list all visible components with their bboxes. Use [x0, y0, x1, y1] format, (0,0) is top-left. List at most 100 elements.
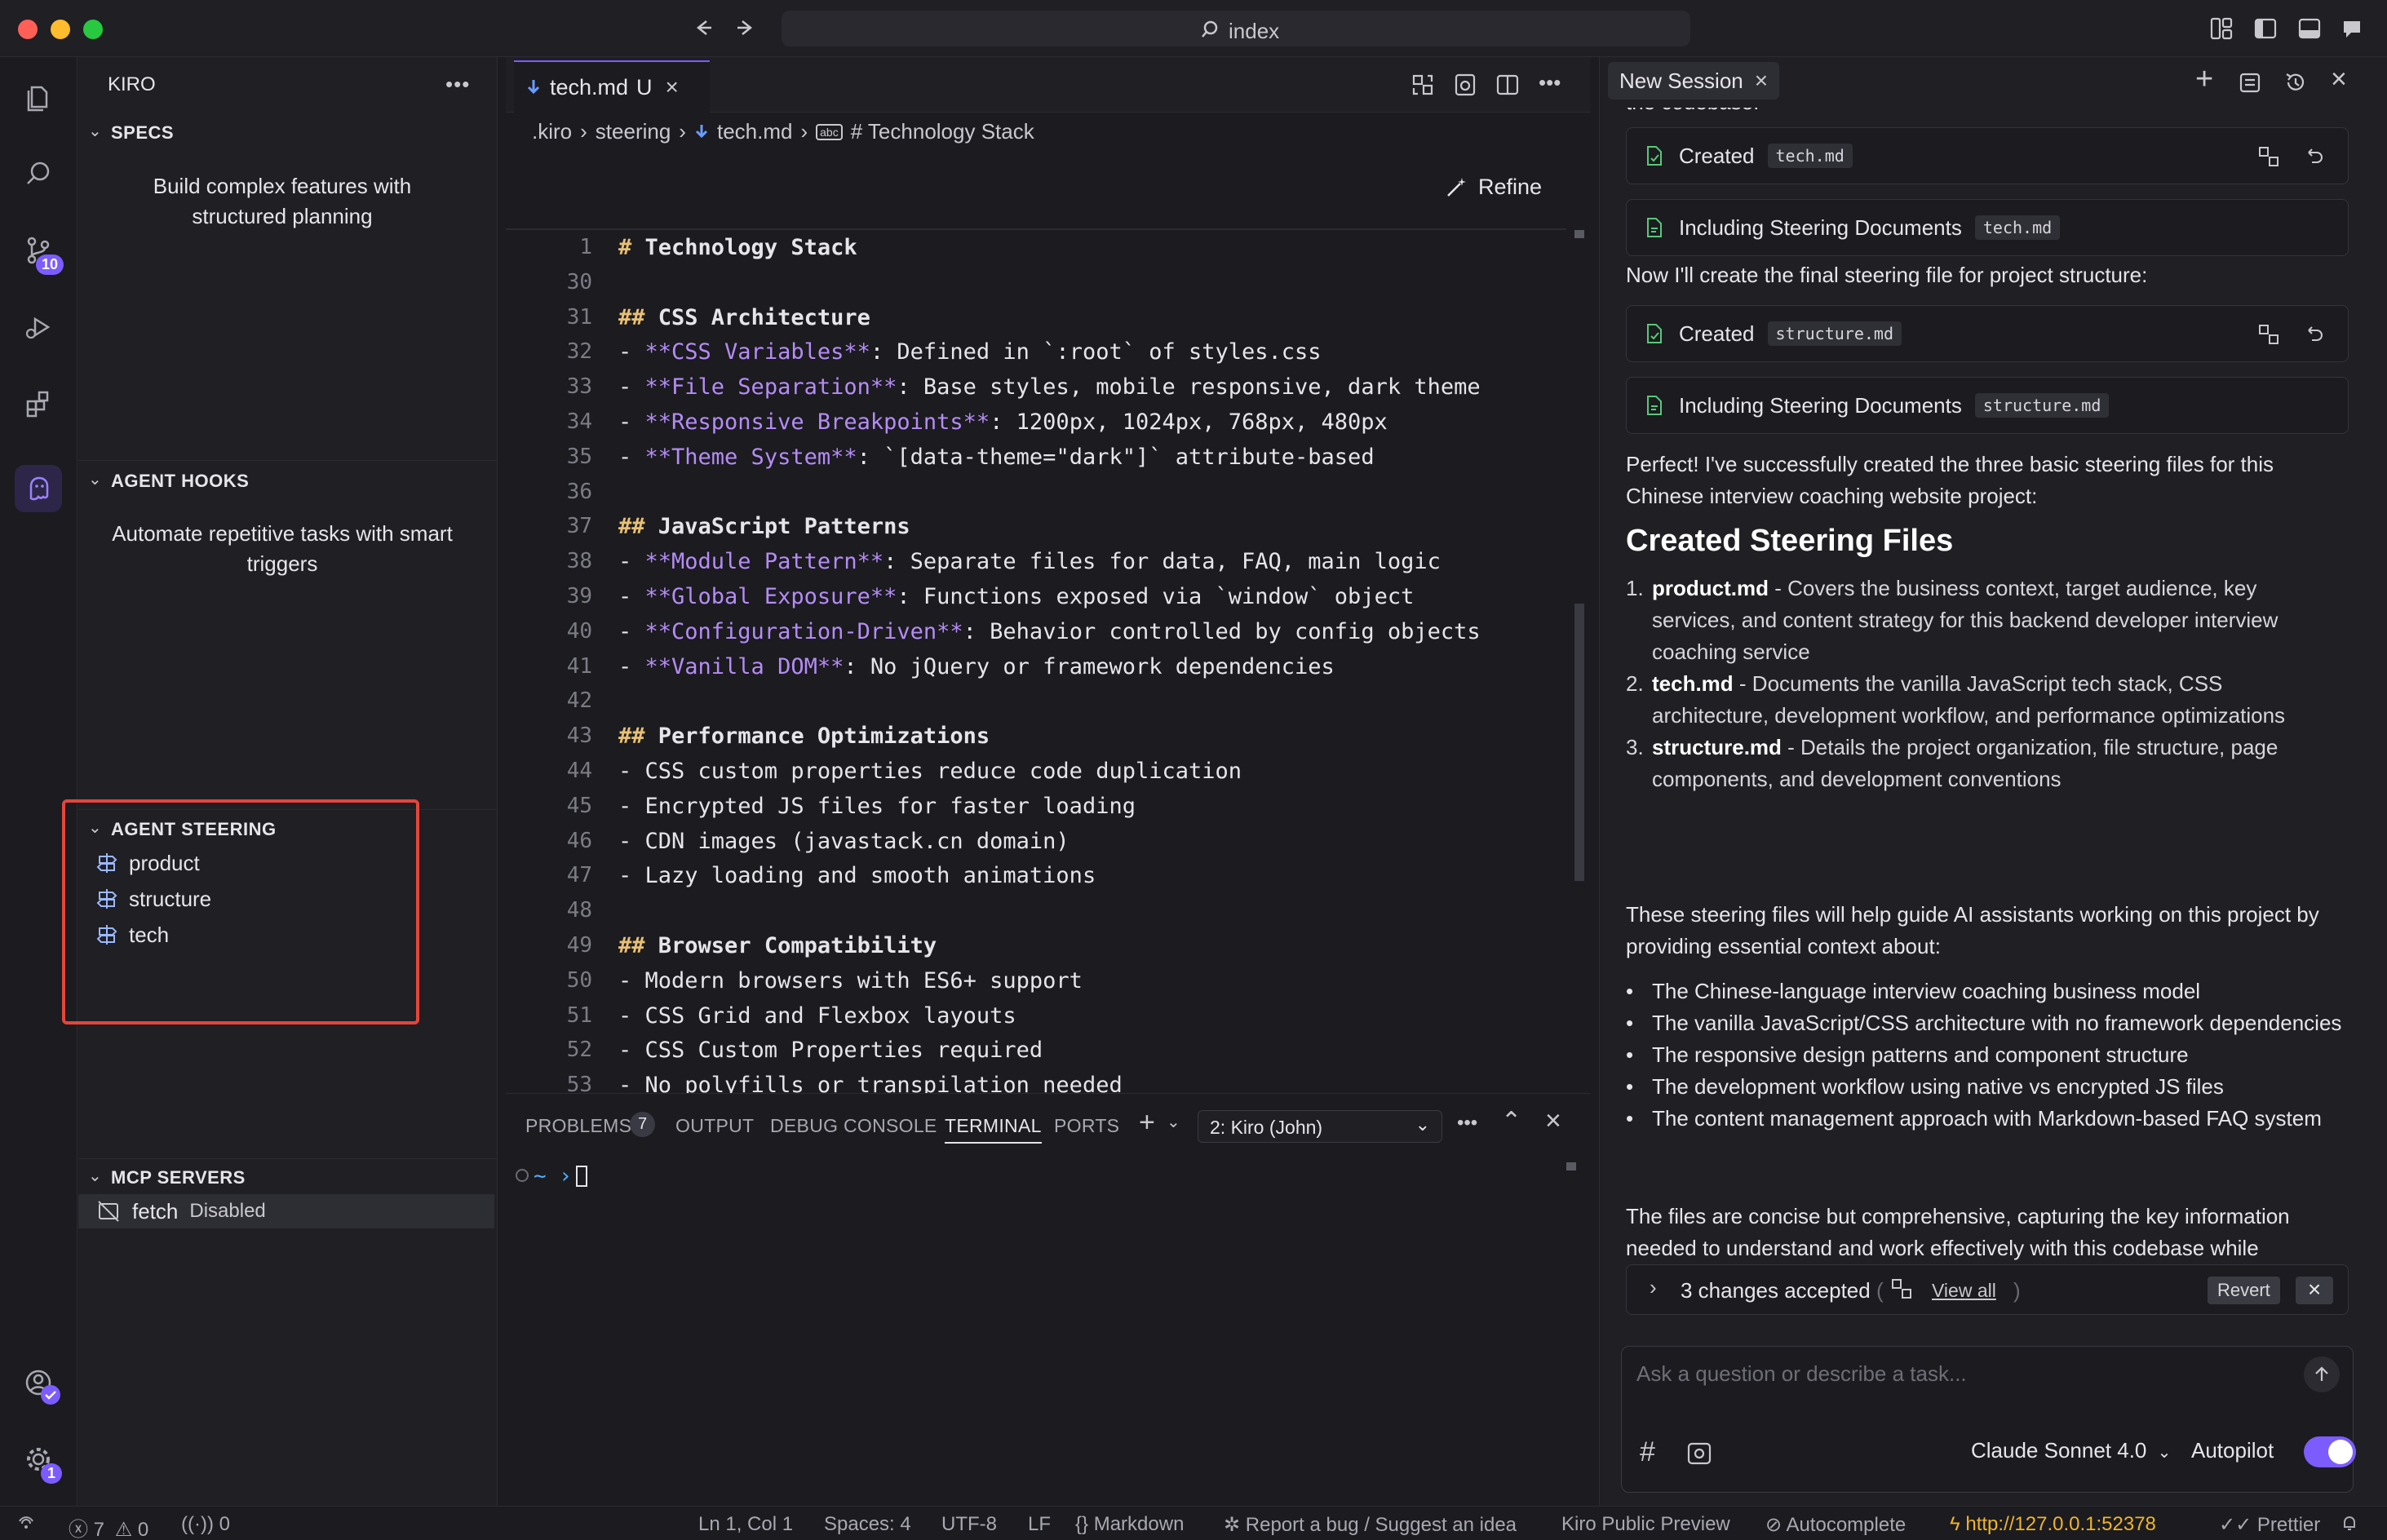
open-changes-icon[interactable]: [1410, 72, 1436, 98]
extensions-icon[interactable]: [15, 380, 62, 427]
open-diff-icon[interactable]: [2256, 144, 2281, 169]
image-attach-icon[interactable]: [1685, 1440, 1713, 1467]
context-hash-icon[interactable]: #: [1640, 1436, 1655, 1468]
problems-status[interactable]: ⓧ 7 ⚠ 0: [69, 1513, 148, 1540]
chat-input[interactable]: Ask a question or describe a task...: [1636, 1361, 1967, 1387]
new-session-icon[interactable]: +: [2195, 62, 2213, 97]
chevron-down-icon[interactable]: ⌄: [88, 121, 102, 141]
tab-debug-console[interactable]: DEBUG CONSOLE: [770, 1115, 937, 1137]
refine-button[interactable]: Refine: [1444, 175, 1542, 200]
run-debug-icon[interactable]: [15, 303, 62, 351]
undo-icon[interactable]: [2302, 322, 2327, 347]
prettier-status[interactable]: ✓✓ Prettier: [2219, 1513, 2320, 1537]
more-actions-icon[interactable]: •••: [1457, 1112, 1477, 1135]
chat-bubble-icon[interactable]: [2340, 16, 2364, 41]
language-mode[interactable]: {} Markdown: [1075, 1513, 1184, 1536]
chevron-down-icon[interactable]: ⌄: [88, 1166, 102, 1186]
toggle-panel-icon[interactable]: [2297, 16, 2322, 41]
send-button[interactable]: [2304, 1356, 2340, 1392]
maximize-panel-icon[interactable]: ⌃: [1501, 1107, 1521, 1135]
maximize-window-button[interactable]: [83, 20, 103, 39]
chevron-down-icon[interactable]: ⌄: [1167, 1112, 1180, 1132]
cursor-position[interactable]: Ln 1, Col 1: [698, 1513, 793, 1536]
tab-ports[interactable]: PORTS: [1054, 1115, 1119, 1137]
more-actions-icon[interactable]: •••: [445, 72, 470, 97]
revert-button[interactable]: Revert: [2208, 1277, 2280, 1304]
breadcrumb-item[interactable]: .kiro: [532, 119, 572, 144]
chevron-down-icon[interactable]: ⌄: [88, 469, 102, 489]
history-icon[interactable]: [2283, 70, 2308, 95]
steering-item-tech[interactable]: tech: [95, 918, 169, 951]
explorer-icon[interactable]: [15, 73, 62, 121]
mcp-section-title[interactable]: MCP SERVERS: [111, 1167, 246, 1188]
terminal-scrollbar[interactable]: [1566, 1162, 1576, 1170]
specs-section-title[interactable]: SPECS: [111, 122, 174, 144]
toggle-sidebar-icon[interactable]: [2253, 16, 2278, 41]
close-icon[interactable]: ×: [2331, 64, 2347, 95]
split-editor-icon[interactable]: [1495, 72, 1521, 98]
chat-session-tab[interactable]: New Session ×: [1608, 62, 1780, 100]
remote-icon[interactable]: [16, 1513, 36, 1533]
terminal-select[interactable]: 2: Kiro (John) ⌄: [1198, 1110, 1442, 1143]
created-card[interactable]: Created structure.md: [1626, 305, 2349, 362]
layout-grid-icon[interactable]: [2209, 16, 2234, 41]
chevron-down-icon[interactable]: ⌄: [88, 817, 102, 838]
server-url[interactable]: ϟ http://127.0.0.1:52378: [1950, 1513, 2156, 1536]
editor-scrollbar[interactable]: [1566, 228, 1591, 881]
close-icon[interactable]: ×: [666, 74, 679, 100]
account-icon[interactable]: [15, 1359, 62, 1406]
mcp-server-fetch[interactable]: fetch Disabled: [78, 1194, 494, 1228]
created-card[interactable]: Created tech.md: [1626, 127, 2349, 184]
line-endings[interactable]: LF: [1028, 1513, 1051, 1536]
forward-arrow-icon[interactable]: [733, 15, 759, 41]
autocomplete-status[interactable]: ⊘ Autocomplete: [1765, 1513, 1906, 1537]
hooks-section-title[interactable]: AGENT HOOKS: [111, 471, 249, 492]
chevron-right-icon[interactable]: ›: [1650, 1275, 1657, 1300]
new-terminal-icon[interactable]: +: [1139, 1107, 1155, 1139]
encoding[interactable]: UTF-8: [941, 1513, 997, 1536]
steering-section-title[interactable]: AGENT STEERING: [111, 819, 277, 840]
indentation[interactable]: Spaces: 4: [824, 1513, 911, 1536]
more-actions-icon[interactable]: •••: [1539, 70, 1561, 95]
model-select[interactable]: Claude Sonnet 4.0 ⌄: [1971, 1438, 2171, 1463]
ports-status[interactable]: ((·)) 0: [181, 1513, 230, 1536]
kiro-ghost-icon[interactable]: [15, 465, 62, 512]
code-editor[interactable]: 1 # Technology Stack 30 31 ## CSS Architectu…: [506, 228, 1566, 1098]
scroll-thumb[interactable]: [1574, 230, 1584, 238]
preview-label[interactable]: Kiro Public Preview: [1561, 1513, 1730, 1536]
file-chip[interactable]: tech.md: [1767, 144, 1853, 168]
notifications-bell-icon[interactable]: [2340, 1513, 2359, 1533]
minimize-window-button[interactable]: [51, 20, 70, 39]
close-window-button[interactable]: [18, 20, 38, 39]
command-search[interactable]: index: [782, 11, 1690, 46]
breadcrumb-item[interactable]: tech.md: [717, 119, 793, 144]
dismiss-button[interactable]: ×: [2296, 1277, 2333, 1304]
breadcrumb-item[interactable]: # Technology Stack: [851, 119, 1034, 144]
tab-terminal[interactable]: TERMINAL: [945, 1115, 1042, 1144]
close-panel-icon[interactable]: ×: [1545, 1105, 1561, 1137]
steering-item-product[interactable]: product: [95, 847, 200, 879]
view-all-link[interactable]: View all: [1932, 1280, 1996, 1302]
tab-problems[interactable]: PROBLEMS: [525, 1115, 631, 1137]
feedback-link[interactable]: ✲ Report a bug / Suggest an idea: [1224, 1513, 1517, 1537]
preview-icon[interactable]: [1452, 72, 1478, 98]
terminal-output[interactable]: ~ ›: [516, 1162, 1560, 1489]
open-diff-icon[interactable]: [2256, 322, 2281, 347]
undo-icon[interactable]: [2302, 144, 2327, 169]
close-icon[interactable]: ×: [1755, 68, 1768, 94]
autopilot-toggle[interactable]: [2304, 1436, 2356, 1467]
session-list-icon[interactable]: [2238, 70, 2262, 95]
settings-gear-icon[interactable]: 1: [15, 1436, 63, 1484]
scroll-thumb[interactable]: [1574, 604, 1584, 881]
breadcrumb-item[interactable]: steering: [596, 119, 671, 144]
search-icon[interactable]: [15, 150, 62, 197]
back-arrow-icon[interactable]: [690, 15, 716, 41]
tab-output[interactable]: OUTPUT: [675, 1115, 754, 1137]
steering-item-structure[interactable]: structure: [95, 883, 211, 915]
file-chip[interactable]: tech.md: [1974, 215, 2061, 240]
editor-tab-tech-md[interactable]: tech.md U ×: [514, 60, 710, 113]
file-chip[interactable]: structure.md: [1974, 393, 2110, 418]
source-control-icon[interactable]: 10: [15, 227, 64, 275]
steering-included-card[interactable]: Including Steering Documents tech.md: [1626, 199, 2349, 256]
steering-included-card[interactable]: Including Steering Documents structure.m…: [1626, 377, 2349, 434]
